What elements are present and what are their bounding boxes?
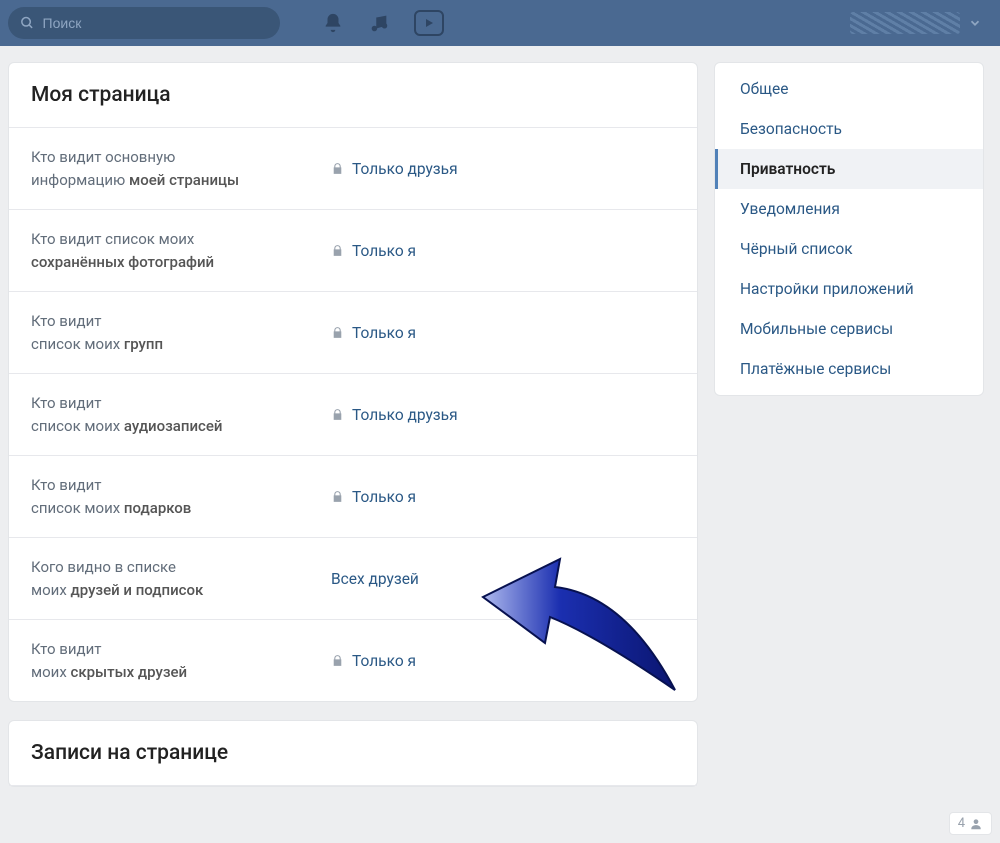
search-field[interactable] [8,7,280,39]
bell-icon[interactable] [322,12,344,34]
sidebar-item[interactable]: Общее [715,69,983,109]
lock-icon [331,490,344,503]
row-label: Кто видитсписок моих аудиозаписей [31,392,331,437]
sidebar-item[interactable]: Чёрный список [715,229,983,269]
settings-sidebar: ОбщееБезопасностьПриватностьУведомленияЧ… [714,62,984,396]
row-value-text: Только я [352,242,416,260]
section-title: Моя страница [9,63,697,128]
counter-value: 4 [958,816,965,831]
row-value-selector[interactable]: Только я [331,242,416,260]
row-value-text: Всех друзей [331,570,419,588]
sidebar-item[interactable]: Безопасность [715,109,983,149]
row-value-text: Только я [352,488,416,506]
sidebar-item[interactable]: Платёжные сервисы [715,349,983,389]
row-label: Кто видит список моихсохранённых фотогра… [31,228,331,273]
row-value-text: Только я [352,324,416,342]
row-label: Кого видно в спискемоих друзей и подписо… [31,556,331,601]
privacy-row: Кто видитмоих скрытых друзей Только я [9,620,697,701]
row-value-selector[interactable]: Только друзья [331,160,458,178]
profile-name-redacted [850,12,960,34]
sidebar-item[interactable]: Приватность [715,149,983,189]
topbar-icon-group [322,10,444,36]
privacy-row: Кто видитсписок моих подарков Только я [9,456,697,538]
row-value-selector[interactable]: Только я [331,324,416,342]
search-icon [20,15,35,31]
privacy-row: Кто видит основнуюинформацию моей страни… [9,128,697,210]
privacy-row: Кто видит список моихсохранённых фотогра… [9,210,697,292]
lock-icon [331,244,344,257]
privacy-row: Кто видитсписок моих аудиозаписей Только … [9,374,697,456]
row-label: Кто видитмоих скрытых друзей [31,638,331,683]
row-value-text: Только друзья [352,160,458,178]
chevron-down-icon [968,16,982,30]
lock-icon [331,326,344,339]
footer-counter[interactable]: 4 [949,812,992,835]
lock-icon [331,654,344,667]
play-icon [423,17,435,29]
top-navbar [0,0,1000,46]
person-icon [969,817,983,831]
sidebar-item[interactable]: Мобильные сервисы [715,309,983,349]
row-value-selector[interactable]: Только я [331,652,416,670]
privacy-row: Кто видитсписок моих групп Только я [9,292,697,374]
sidebar-item[interactable]: Настройки приложений [715,269,983,309]
section-my-page: Моя страница Кто видит основнуюинформаци… [8,62,698,702]
row-label: Кто видитсписок моих групп [31,310,331,355]
row-label: Кто видитсписок моих подарков [31,474,331,519]
row-label: Кто видит основнуюинформацию моей страни… [31,146,331,191]
row-value-selector[interactable]: Только я [331,488,416,506]
lock-icon [331,408,344,421]
row-value-text: Только я [352,652,416,670]
lock-icon [331,162,344,175]
profile-menu[interactable] [850,12,992,34]
privacy-row: Кого видно в спискемоих друзей и подписо… [9,538,697,620]
music-icon[interactable] [368,12,390,34]
section-wall-posts: Записи на странице [8,720,698,787]
row-value-text: Только друзья [352,406,458,424]
video-icon[interactable] [414,10,444,36]
row-value-selector[interactable]: Всех друзей [331,570,419,588]
section-title: Записи на странице [9,721,697,786]
row-value-selector[interactable]: Только друзья [331,406,458,424]
sidebar-item[interactable]: Уведомления [715,189,983,229]
search-input[interactable] [43,15,268,31]
